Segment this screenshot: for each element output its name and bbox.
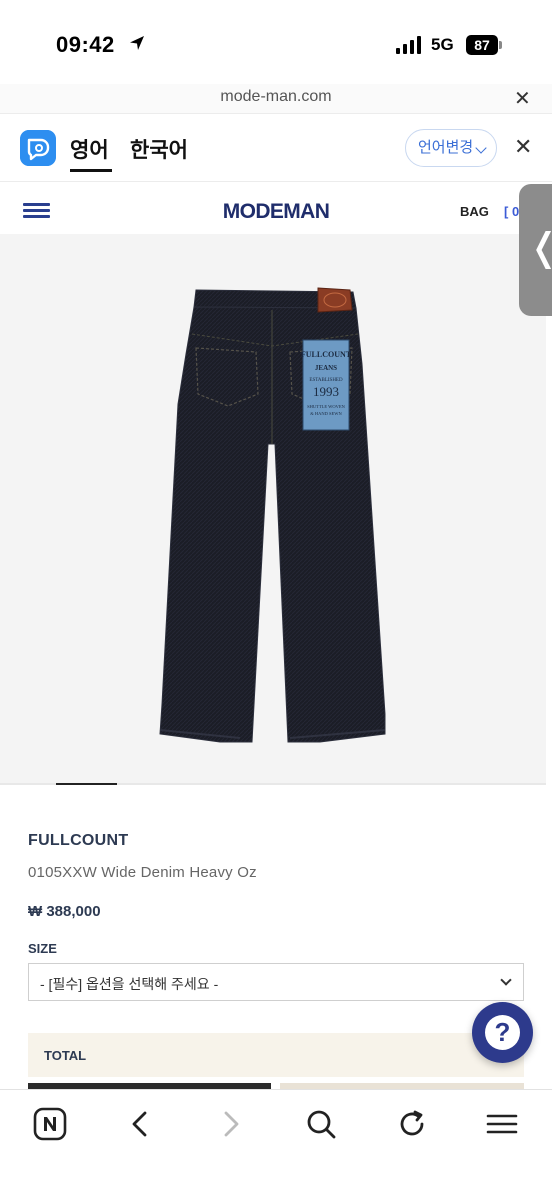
search-icon[interactable]	[303, 1106, 339, 1142]
chevron-left-icon[interactable]	[122, 1106, 158, 1142]
location-arrow-icon	[130, 36, 144, 50]
change-language-button[interactable]: 언어변경	[405, 129, 497, 167]
patch-year: 1993	[313, 384, 339, 399]
product-name: 0105XXW Wide Denim Heavy Oz	[28, 864, 257, 881]
browser-toolbar	[0, 1089, 552, 1200]
product-price: ₩ 388,000	[28, 903, 101, 920]
chevron-down-icon	[500, 974, 512, 986]
help-button[interactable]: ?	[472, 1002, 533, 1063]
side-panel-handle[interactable]: ❬	[519, 184, 552, 316]
translate-bar: 영어 한국어 언어변경 ✕	[0, 114, 552, 182]
patch-tagline-1: SHUTTLE WOVEN	[307, 404, 346, 409]
size-select-value: - [필수] 옵션을 선택해 주세요 -	[40, 976, 219, 992]
chevron-right-icon[interactable]	[213, 1106, 249, 1142]
change-language-label: 언어변경	[418, 139, 474, 156]
url-bar[interactable]: mode-man.com ✕	[0, 84, 552, 114]
close-icon[interactable]: ✕	[514, 134, 532, 160]
bag-link[interactable]: BAG	[460, 204, 489, 219]
size-label: SIZE	[28, 941, 57, 956]
image-pager-indicator[interactable]	[56, 783, 117, 785]
bag-count[interactable]: [ 0	[504, 204, 519, 219]
battery-icon: 87	[466, 35, 498, 55]
battery-tip	[499, 41, 502, 49]
papago-logo-icon	[20, 130, 56, 166]
product-image[interactable]: FULLCOUNT JEANS ESTABLISHED 1993 SHUTTLE…	[0, 234, 546, 784]
total-row: TOTAL	[28, 1033, 524, 1077]
target-language-tab[interactable]: 한국어	[130, 134, 188, 164]
status-time: 09:42	[56, 32, 115, 57]
signal-icon	[396, 36, 421, 54]
status-bar: 09:42 5G 87	[0, 0, 552, 84]
jeans-illustration: FULLCOUNT JEANS ESTABLISHED 1993 SHUTTLE…	[159, 287, 386, 743]
close-icon[interactable]: ✕	[514, 86, 531, 111]
naver-n-icon[interactable]	[32, 1106, 68, 1142]
network-label: 5G	[431, 35, 454, 54]
total-label: TOTAL	[44, 1048, 87, 1063]
chevron-down-icon	[475, 142, 487, 154]
patch-tagline-2: & HAND SEWN	[310, 411, 342, 416]
product-brand: FULLCOUNT	[28, 832, 129, 849]
active-tab-underline	[70, 169, 112, 172]
chevron-left-icon: ❬	[528, 228, 552, 268]
source-language-tab[interactable]: 영어	[70, 134, 109, 164]
site-header: MODEMAN BAG [ 0	[0, 182, 552, 234]
patch-jeans: JEANS	[315, 364, 337, 372]
question-icon: ?	[485, 1015, 520, 1050]
menu-icon[interactable]	[484, 1106, 520, 1142]
patch-established: ESTABLISHED	[309, 378, 343, 383]
refresh-icon[interactable]	[394, 1106, 430, 1142]
url-text[interactable]: mode-man.com	[0, 88, 552, 106]
patch-brand: FULLCOUNT	[301, 350, 352, 359]
size-select[interactable]: - [필수] 옵션을 선택해 주세요 -	[28, 963, 524, 1001]
